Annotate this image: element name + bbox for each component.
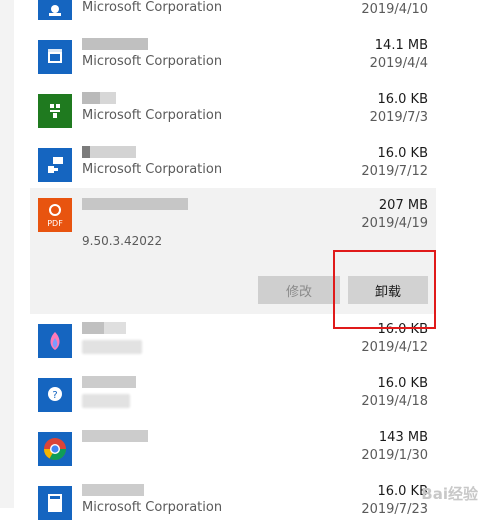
svg-text:?: ? <box>52 390 57 401</box>
pdf-icon: PDF <box>38 198 72 232</box>
list-item[interactable]: Microsoft Corporation 16.0 KB 2019/7/12 <box>30 140 436 194</box>
left-rail <box>0 0 14 508</box>
app-publisher: Microsoft Corporation <box>82 162 223 177</box>
list-item[interactable]: Microsoft Corporation 14.1 MB 2019/4/4 <box>30 32 436 86</box>
calculator-icon <box>38 486 72 520</box>
app-version: 9.50.3.42022 <box>82 234 163 248</box>
list-item[interactable]: Microsoft Corporation 16.0 KB 2019/7/23 <box>30 478 436 532</box>
publisher-redacted <box>82 394 130 408</box>
app-date: 2019/7/23 <box>361 502 428 517</box>
app-size: 14.1 MB <box>374 38 428 53</box>
highlight-box <box>333 250 436 329</box>
list-item[interactable]: Microsoft Corporation 2019/4/10 <box>30 0 436 32</box>
movies-tv-icon <box>38 40 72 74</box>
app-size: 16.0 KB <box>377 376 428 391</box>
svg-text:PDF: PDF <box>47 219 63 228</box>
app-date: 2019/1/30 <box>361 448 428 463</box>
people-icon <box>38 0 72 20</box>
app-date: 2019/7/3 <box>369 110 428 125</box>
list-item[interactable]: 143 MB 2019/1/30 <box>30 424 436 478</box>
app-date: 2019/4/10 <box>361 2 428 17</box>
app-date: 2019/7/12 <box>361 164 428 179</box>
watermark: Bai经验 <box>421 485 478 503</box>
app-date: 2019/4/19 <box>361 216 428 231</box>
app-publisher: Microsoft Corporation <box>82 0 223 15</box>
get-help-icon: ? <box>38 378 72 412</box>
app-date: 2019/4/18 <box>361 394 428 409</box>
chrome-icon <box>38 432 72 466</box>
publisher-redacted <box>82 340 142 354</box>
feedback-icon <box>38 148 72 182</box>
app-date: 2019/4/4 <box>369 56 428 71</box>
app-publisher: Microsoft Corporation <box>82 54 223 69</box>
paint-3d-icon <box>38 324 72 358</box>
app-size: 207 MB <box>378 198 428 213</box>
app-date: 2019/4/12 <box>361 340 428 355</box>
app-size: 16.0 KB <box>377 92 428 107</box>
modify-button[interactable]: 修改 <box>258 276 340 304</box>
list-item[interactable]: Microsoft Corporation 16.0 KB 2019/7/3 <box>30 86 436 140</box>
app-size: 143 MB <box>378 430 428 445</box>
list-item[interactable]: ? 16.0 KB 2019/4/18 <box>30 370 436 424</box>
app-size: 16.0 KB <box>377 146 428 161</box>
xbox-icon <box>38 94 72 128</box>
app-publisher: Microsoft Corporation <box>82 108 223 123</box>
